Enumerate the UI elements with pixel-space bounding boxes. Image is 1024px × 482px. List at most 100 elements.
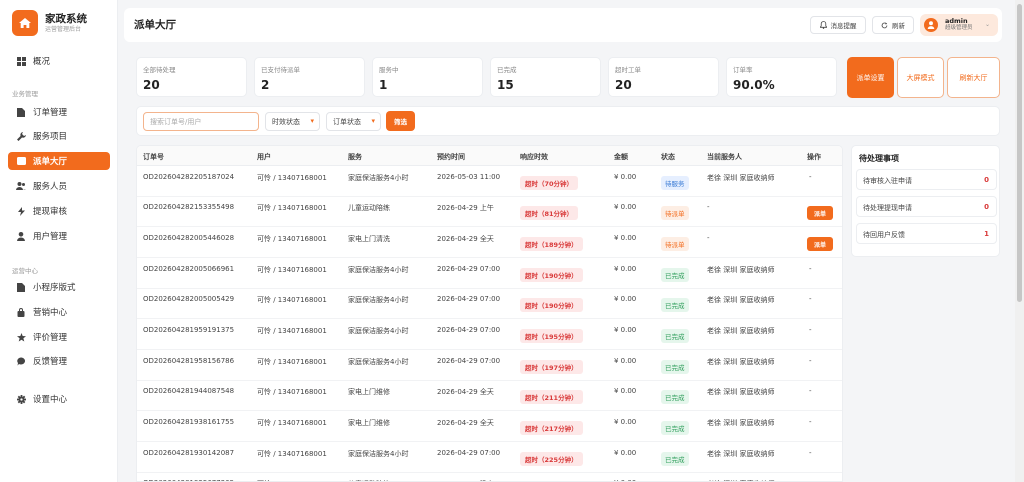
stats-row: 全部待处理 20 已支付待派单 2 服务中 1 已完成 15 超时工单 20 订… — [136, 57, 841, 97]
nav-item-users[interactable]: 用户管理 — [8, 227, 110, 245]
star-icon — [16, 332, 26, 342]
cell-service: 家庭保洁服务4小时 — [348, 358, 409, 366]
nav-label-orders: 订单管理 — [33, 108, 68, 118]
nav-label-services: 服务项目 — [33, 132, 68, 142]
cell-service: 家庭保洁服务4小时 — [348, 266, 409, 274]
nav-item-staff[interactable]: 服务人员 — [8, 177, 110, 195]
nav-item-dispatch[interactable]: 派单大厅 — [8, 152, 110, 170]
stat-label: 订单率 — [733, 66, 753, 74]
cell-amount: ¥ 0.00 — [614, 326, 637, 334]
timeout-badge: 超时（225分钟） — [520, 452, 583, 466]
cell-op: - — [809, 387, 812, 395]
caret-down-icon: ▾ — [310, 117, 314, 125]
nav-label-marketing: 营销中心 — [33, 308, 68, 318]
cell-appt: 2026-04-29 07:00 — [437, 295, 501, 303]
cell-order-no: OD20260428215335​5498 — [143, 203, 235, 211]
table-row[interactable]: OD20260428200506​6961 可怜 / 13407168001 家庭保… — [137, 258, 842, 289]
cell-user: 可怜 / 13407168001 — [257, 235, 327, 243]
cell-appt: 2026-04-29 07:00 — [437, 357, 501, 365]
bell-icon — [819, 21, 827, 29]
nav-label-dispatch: 派单大厅 — [33, 157, 68, 167]
dispatch-settings-button[interactable]: 派单设置 — [847, 57, 894, 98]
cell-appt: 2026-04-29 07:00 — [437, 326, 501, 334]
page-scrollbar-thumb[interactable] — [1017, 4, 1022, 302]
nav-item-miniapp[interactable]: 小程序版式 — [8, 278, 110, 296]
page-title: 派单大厅 — [134, 19, 176, 31]
cell-service: 家电上门维修 — [348, 388, 390, 396]
document-icon — [16, 107, 26, 117]
table-row[interactable]: OD20260428193014​2087 可怜 / 13407168001 家庭保… — [137, 442, 842, 473]
cell-worker: 老徐 深圳 家庭收纳师 — [707, 266, 775, 274]
status-badge: 待派单 — [661, 206, 689, 220]
cell-op: - — [809, 173, 812, 181]
nav-item-orders[interactable]: 订单管理 — [8, 103, 110, 121]
stat-card-timeout: 超时工单 20 — [608, 57, 719, 97]
status-badge: 已完成 — [661, 390, 689, 404]
table-row[interactable]: OD20260428195919​1375 可怜 / 13407168001 家庭保… — [137, 319, 842, 350]
table-row[interactable]: OD20260428194408​7548 可怜 / 13407168001 家电上… — [137, 381, 842, 411]
timeout-badge: 超时（197分钟） — [520, 360, 583, 374]
status-badge: 已完成 — [661, 268, 689, 282]
cell-service: 家电上门清洗 — [348, 235, 390, 243]
cell-user: 可怜 / 13407168001 — [257, 296, 327, 304]
cell-worker: - — [707, 203, 710, 211]
nav-label-dashboard: 概况 — [33, 57, 51, 67]
table-row[interactable]: OD20260428192567​7265可怜 / 13407168001儿童运… — [137, 473, 842, 481]
status-badge: 已完成 — [661, 329, 689, 343]
table-row[interactable]: OD20260428220518​7024 可怜 / 13407168001 家庭保… — [137, 166, 842, 197]
timeliness-select-value: 时效状态 — [272, 117, 300, 126]
pending-item-applications[interactable]: 待审核入驻申请 0 — [856, 169, 997, 190]
nav-label-reviews: 评价管理 — [33, 333, 68, 343]
nav-item-withdraw[interactable]: 提现审核 — [8, 202, 110, 220]
cell-op: - — [809, 295, 812, 303]
bigscreen-button[interactable]: 大屏模式 — [897, 57, 944, 98]
table-row[interactable]: OD20260428200544​6028 可怜 / 13407168001 家电上… — [137, 227, 842, 258]
col-appt: 预约时间 — [437, 153, 465, 161]
sidebar: 家政系统 运营管理后台 概况 业务管理 订单管理 服务项目 派单大厅 服务人员 — [0, 0, 118, 482]
bag-icon — [16, 307, 26, 317]
pending-label: 待回用户反馈 — [863, 231, 905, 239]
table-row[interactable]: OD20260428200500​5429 可怜 / 13407168001 家庭保… — [137, 289, 842, 319]
dispatch-button[interactable]: 派单 — [807, 237, 833, 251]
nav-item-feedback[interactable]: 反馈管理 — [8, 352, 110, 370]
grid-icon — [16, 56, 26, 66]
chevron-down-icon: ⌄ — [984, 21, 990, 28]
nav-item-reviews[interactable]: 评价管理 — [8, 328, 110, 346]
cell-order-no: OD20260428193816​1755 — [143, 418, 235, 426]
col-op: 操作 — [807, 153, 821, 161]
pending-item-feedback[interactable]: 待回用户反馈 1 — [856, 223, 997, 244]
tray-icon — [16, 157, 26, 165]
table-row[interactable]: OD20260428195815​6786 可怜 / 13407168001 家庭保… — [137, 350, 842, 381]
nav-item-marketing[interactable]: 营销中心 — [8, 303, 110, 321]
search-input[interactable]: 搜索订单号/用户 — [143, 112, 259, 131]
cell-service: 家庭保洁服务4小时 — [348, 450, 409, 458]
table-row[interactable]: OD20260428215335​5498 可怜 / 13407168001 儿童运… — [137, 197, 842, 227]
stat-value: 15 — [497, 78, 514, 92]
pending-item-withdrawals[interactable]: 待处理提现申请 0 — [856, 196, 997, 217]
col-order-no: 订单号 — [143, 153, 164, 161]
notify-button[interactable]: 消息提醒 — [810, 16, 866, 34]
stat-card-rate: 订单率 90.0% — [726, 57, 837, 97]
refresh-hall-button[interactable]: 刷新大厅 — [947, 57, 1000, 98]
nav-item-services[interactable]: 服务项目 — [8, 127, 110, 145]
filter-button[interactable]: 筛选 — [386, 111, 415, 131]
order-status-select[interactable]: 订单状态 ▾ — [326, 112, 381, 131]
user-menu[interactable]: admin 超级管理员 ⌄ — [920, 14, 998, 36]
nav-item-dashboard[interactable]: 概况 — [8, 52, 110, 70]
refresh-label: 刷新 — [892, 22, 905, 30]
cell-worker: 老徐 深圳 家庭收纳师 — [707, 450, 775, 458]
stat-label: 全部待处理 — [143, 66, 176, 74]
users-icon — [16, 182, 26, 190]
dispatch-button[interactable]: 派单 — [807, 206, 833, 220]
stat-label: 服务中 — [379, 66, 399, 74]
cell-amount: ¥ 0.00 — [614, 449, 637, 457]
timeliness-select[interactable]: 时效状态 ▾ — [265, 112, 320, 131]
table-header: 订单号 用户 服务 预约时间 响应时效 金额 状态 当前服务人 操作 — [137, 146, 842, 166]
table-row[interactable]: OD20260428193816​1755 可怜 / 13407168001 家电上… — [137, 411, 842, 442]
refresh-button[interactable]: 刷新 — [872, 16, 914, 34]
nav-group-business: 业务管理 — [12, 90, 38, 98]
nav-item-settings[interactable]: 设置中心 — [8, 390, 110, 408]
stat-value: 20 — [143, 78, 160, 92]
refresh-icon — [881, 21, 888, 29]
filter-bar: 搜索订单号/用户 时效状态 ▾ 订单状态 ▾ 筛选 — [136, 106, 1000, 136]
